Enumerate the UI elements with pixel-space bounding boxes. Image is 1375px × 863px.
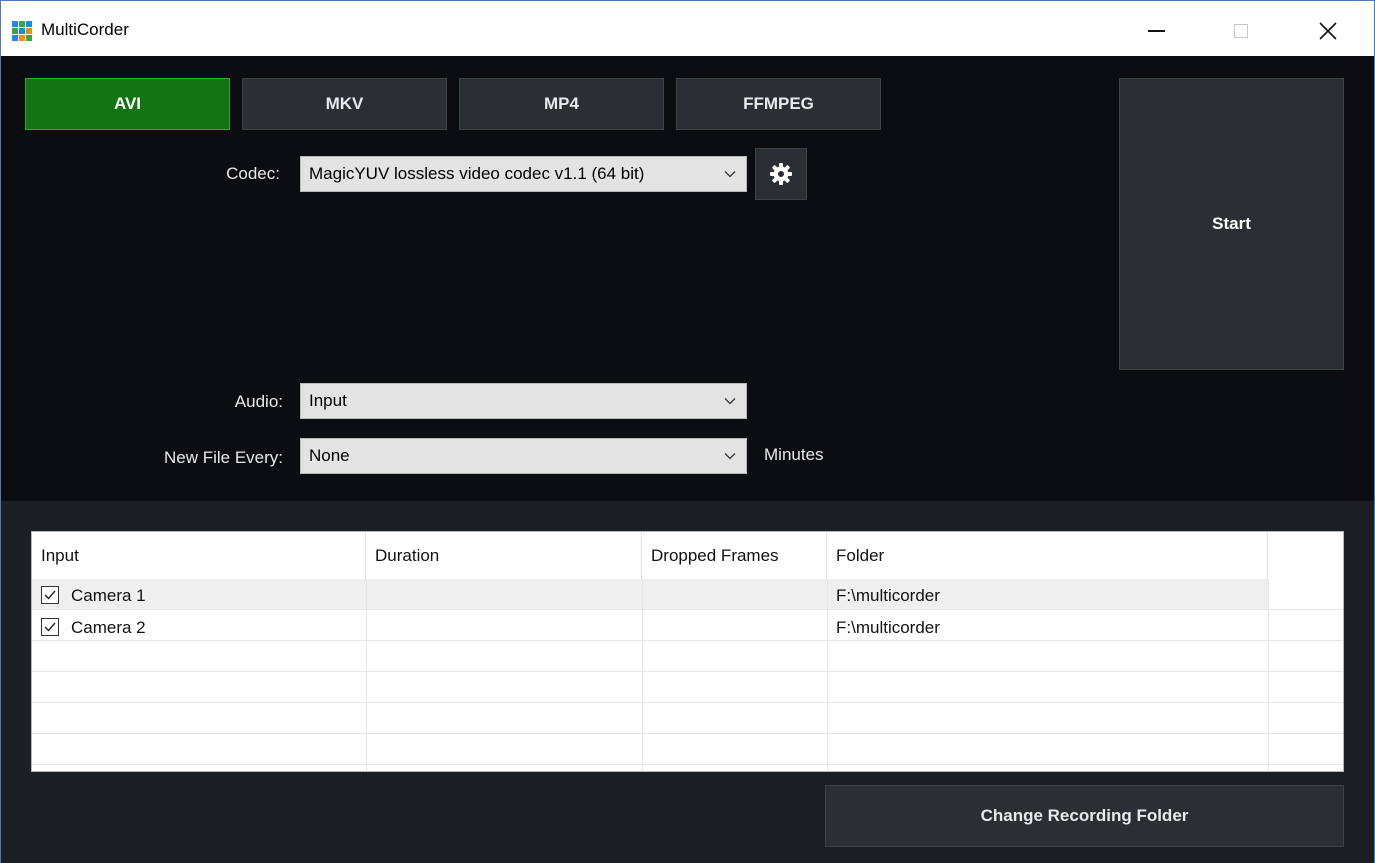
column-header-folder[interactable]: Folder <box>827 532 1268 579</box>
camera-2-checkbox[interactable] <box>41 618 59 636</box>
tab-avi[interactable]: AVI <box>25 78 230 130</box>
chevron-down-icon <box>724 398 736 405</box>
new-file-value: None <box>309 446 350 465</box>
row-folder: F:\multicorder <box>836 618 940 637</box>
row-input: Camera 2 <box>71 618 146 637</box>
gear-icon <box>770 163 792 185</box>
tab-ffmpeg[interactable]: FFMPEG <box>676 78 881 130</box>
title-bar: MultiCorder <box>0 0 1375 56</box>
start-button[interactable]: Start <box>1119 78 1344 370</box>
close-icon <box>1319 22 1337 40</box>
minutes-label: Minutes <box>764 445 824 464</box>
app-grid-icon <box>12 21 34 43</box>
maximize-icon <box>1234 24 1248 38</box>
codec-select[interactable]: MagicYUV lossless video codec v1.1 (64 b… <box>300 156 747 192</box>
inputs-table: Input Duration Dropped Frames Folder Cam… <box>31 531 1344 772</box>
change-recording-folder-button[interactable]: Change Recording Folder <box>825 785 1344 847</box>
column-header-duration[interactable]: Duration <box>366 532 642 579</box>
audio-value: Input <box>309 391 347 410</box>
codec-value: MagicYUV lossless video codec v1.1 (64 b… <box>309 164 645 183</box>
new-file-label: New File Every: <box>163 448 283 467</box>
codec-label: Codec: <box>226 164 280 183</box>
minimize-button[interactable] <box>1126 11 1186 51</box>
camera-1-checkbox[interactable] <box>41 586 59 604</box>
chevron-down-icon <box>724 453 736 460</box>
audio-label: Audio: <box>234 392 283 411</box>
chevron-down-icon <box>724 171 736 178</box>
table-row-selected-bg <box>32 579 1268 609</box>
row-folder: F:\multicorder <box>836 586 940 605</box>
new-file-select[interactable]: None <box>300 438 747 474</box>
close-button[interactable] <box>1298 11 1358 51</box>
maximize-button[interactable] <box>1211 11 1271 51</box>
codec-settings-button[interactable] <box>755 148 807 200</box>
row-input: Camera 1 <box>71 586 146 605</box>
window-title: MultiCorder <box>41 20 129 39</box>
tab-mp4[interactable]: MP4 <box>459 78 664 130</box>
checkmark-icon <box>44 622 56 632</box>
tab-mkv[interactable]: MKV <box>242 78 447 130</box>
column-header-dropped-frames[interactable]: Dropped Frames <box>642 532 827 579</box>
column-header-input[interactable]: Input <box>32 532 366 579</box>
checkmark-icon <box>44 590 56 600</box>
minimize-icon <box>1147 30 1165 32</box>
audio-select[interactable]: Input <box>300 383 747 419</box>
